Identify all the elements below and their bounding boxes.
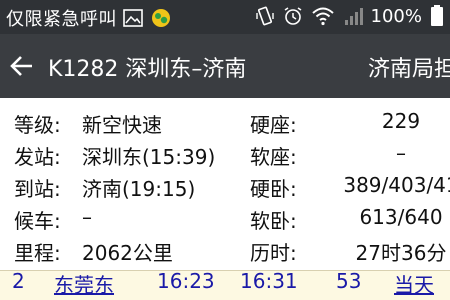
signal-icon (344, 8, 363, 25)
vibrate-icon (255, 6, 274, 26)
grade-value: 新空快速 (82, 113, 162, 137)
info-row-arrival: 到站: 济南(19:15) 硬卧: 389/403/41 (0, 168, 450, 201)
stop-index: 2 (12, 269, 25, 293)
bureau-label: 济南局担 (368, 57, 450, 82)
arrival-value: 济南(19:15) (82, 177, 196, 201)
stop-stay-duration: 53 (336, 269, 362, 293)
hard-sleeper-label: 硬卧: (250, 177, 297, 201)
departure-label: 发站: (14, 145, 61, 169)
soft-sleeper-label: 软卧: (250, 209, 297, 233)
train-title: K1282 深圳东–济南 (48, 57, 247, 82)
departure-value: 深圳东(15:39) (82, 145, 216, 169)
status-right: 100% (247, 5, 444, 27)
stop-row[interactable]: 2 东莞东 16:23 16:31 53 当天 (0, 269, 450, 300)
wifi-icon (311, 7, 334, 26)
stop-depart-time: 16:31 (240, 269, 298, 293)
info-row-waiting: 候车: – 软卧: 613/640 (0, 200, 450, 233)
duration-value: 27时36分 (355, 241, 447, 265)
hard-sleeper-price: 389/403/41 (343, 173, 450, 197)
status-bar: 仅限紧急呼叫 100% (0, 0, 450, 34)
grade-label: 等级: (14, 113, 61, 137)
toolbar: K1282 深圳东–济南 济南局担 (0, 34, 450, 98)
waiting-value: – (82, 205, 92, 229)
distance-value: 2062公里 (82, 241, 173, 265)
arrival-label: 到站: (14, 177, 61, 201)
hard-seat-label: 硬座: (250, 113, 297, 137)
duration-label: 历时: (250, 241, 297, 265)
info-row-departure: 发站: 深圳东(15:39) 软座: – (0, 136, 450, 169)
soft-seat-price: – (396, 141, 406, 165)
train-info-panel: 等级: 新空快速 硬座: 229 发站: 深圳东(15:39) 软座: – 到站… (0, 98, 450, 270)
alarm-icon (284, 7, 301, 25)
info-row-grade: 等级: 新空快速 硬座: 229 (0, 104, 450, 137)
hard-seat-price: 229 (381, 109, 421, 133)
battery-icon (431, 5, 443, 26)
stop-station-link[interactable]: 东莞东 (54, 269, 114, 298)
stop-day-link[interactable]: 当天 (394, 269, 434, 298)
stop-arrive-time: 16:23 (157, 269, 215, 293)
distance-label: 里程: (14, 241, 61, 265)
app-notification-icon (152, 9, 170, 27)
screen: 仅限紧急呼叫 100% K1282 深圳东–济南 济南局担 等级: 新空快速 硬… (0, 0, 450, 300)
back-arrow-icon[interactable] (8, 52, 36, 80)
waiting-label: 候车: (14, 209, 61, 233)
soft-seat-label: 软座: (250, 145, 297, 169)
status-left: 仅限紧急呼叫 (6, 5, 171, 31)
info-row-distance: 里程: 2062公里 历时: 27时36分 (0, 232, 450, 265)
emergency-call-text: 仅限紧急呼叫 (6, 9, 117, 30)
soft-sleeper-price: 613/640 (359, 205, 443, 229)
battery-percent: 100% (370, 5, 422, 27)
image-notification-icon (123, 9, 143, 27)
